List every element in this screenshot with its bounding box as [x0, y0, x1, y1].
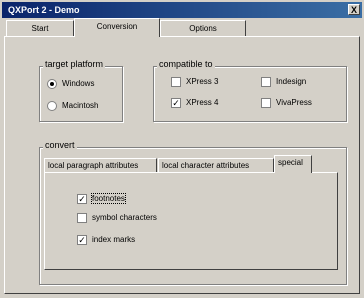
tab-options[interactable]: Options	[160, 20, 246, 36]
special-panel: ✓ footnotes symbol characters ✓ index ma…	[44, 172, 338, 270]
xpress3-label[interactable]: XPress 3	[186, 77, 218, 86]
subtab-special[interactable]: special	[274, 155, 312, 173]
compatible-to-label: compatible to	[157, 59, 215, 69]
compatible-to-group	[153, 66, 347, 122]
macintosh-radio[interactable]	[47, 101, 57, 111]
subtab-character-attributes[interactable]: local character attributes	[158, 158, 274, 172]
title-bar: QXPort 2 - Demo X	[2, 2, 362, 18]
vivapress-label[interactable]: VivaPress	[276, 98, 312, 107]
windows-radio[interactable]	[47, 79, 57, 89]
window-title: QXPort 2 - Demo	[8, 5, 80, 15]
xpress4-checkbox[interactable]: ✓	[171, 98, 181, 108]
footnotes-checkbox[interactable]: ✓	[77, 194, 87, 204]
app-window: QXPort 2 - Demo X Start Conversion Optio…	[0, 0, 364, 298]
target-platform-label: target platform	[43, 59, 106, 69]
macintosh-label[interactable]: Macintosh	[62, 101, 98, 110]
tab-conversion[interactable]: Conversion	[74, 18, 160, 37]
indesign-label[interactable]: Indesign	[276, 77, 306, 86]
windows-label[interactable]: Windows	[62, 79, 94, 88]
symbol-characters-checkbox[interactable]	[77, 213, 87, 223]
symbol-characters-label[interactable]: symbol characters	[92, 213, 157, 222]
subtab-paragraph-attributes[interactable]: local paragraph attributes	[44, 158, 157, 172]
close-icon[interactable]: X	[348, 4, 360, 15]
xpress4-label[interactable]: XPress 4	[186, 98, 218, 107]
indesign-checkbox[interactable]	[261, 77, 271, 87]
xpress3-checkbox[interactable]	[171, 77, 181, 87]
convert-label: convert	[43, 140, 77, 150]
index-marks-label[interactable]: index marks	[92, 235, 135, 244]
target-platform-group	[39, 66, 123, 122]
footnotes-label[interactable]: footnotes	[91, 193, 126, 204]
index-marks-checkbox[interactable]: ✓	[77, 235, 87, 245]
vivapress-checkbox[interactable]	[261, 98, 271, 108]
tab-start[interactable]: Start	[6, 20, 74, 36]
